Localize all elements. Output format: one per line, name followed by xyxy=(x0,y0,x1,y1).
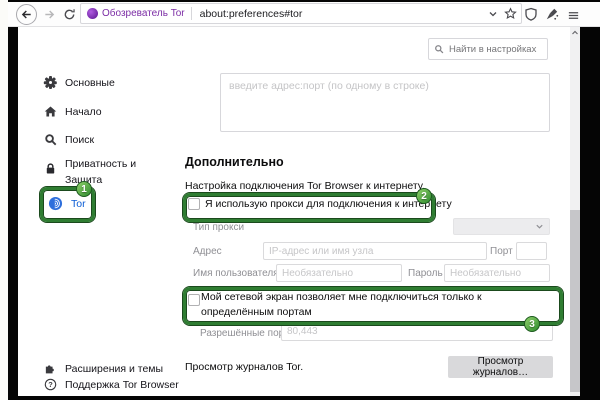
annotation-badge-3: 3 xyxy=(524,316,540,332)
sidebar-item-support[interactable]: ? Поддержка Tor Browser xyxy=(44,378,179,391)
reload-button[interactable] xyxy=(61,6,77,22)
address-port-textarea[interactable] xyxy=(220,73,550,132)
firewall-checkbox[interactable] xyxy=(188,294,200,306)
new-identity-button[interactable] xyxy=(543,5,561,23)
username-label: Имя пользователя xyxy=(193,268,279,279)
magnifier-icon xyxy=(44,133,57,146)
sidebar-item-home[interactable]: Начало xyxy=(44,105,102,118)
annotation-badge-1: 1 xyxy=(76,181,92,197)
sidebar-item-label: Поиск xyxy=(65,134,94,146)
lock-icon xyxy=(44,162,57,175)
address-input[interactable] xyxy=(263,242,487,260)
scrollbar-up-button[interactable] xyxy=(570,28,580,38)
forward-icon xyxy=(43,8,56,21)
search-icon xyxy=(434,44,444,54)
scrollbar-thumb[interactable] xyxy=(570,210,580,392)
broom-icon xyxy=(545,7,559,21)
port-label: Порт xyxy=(490,246,513,257)
shield-icon xyxy=(524,7,538,21)
view-logs-text: Просмотр журналов Tor. xyxy=(185,361,303,373)
proxy-type-select[interactable] xyxy=(453,218,550,235)
password-input[interactable] xyxy=(444,264,550,282)
url-text[interactable]: about:preferences#tor xyxy=(200,8,485,20)
sidebar-item-label: Начало xyxy=(65,106,102,118)
desktop-edge xyxy=(0,0,8,400)
home-icon xyxy=(44,105,57,118)
view-logs-button[interactable]: Просмотр журналов… xyxy=(448,356,553,378)
screenshot-root: Обозреватель Tor about:preferences#tor xyxy=(0,0,600,400)
reload-icon xyxy=(63,8,76,21)
sidebar-item-search[interactable]: Поиск xyxy=(44,133,94,146)
forward-button[interactable] xyxy=(41,6,57,22)
address-bar[interactable]: Обозреватель Tor about:preferences#tor xyxy=(80,3,522,24)
tor-onion-icon xyxy=(48,196,63,211)
section-heading: Дополнительно xyxy=(185,155,284,169)
svg-text:?: ? xyxy=(48,380,53,389)
identity-separator xyxy=(191,7,192,20)
use-proxy-label: Я использую прокси для подключения к инт… xyxy=(205,193,452,216)
back-icon xyxy=(20,8,33,21)
site-identity-label[interactable]: Обозреватель Tor xyxy=(102,8,185,19)
browser-toolbar: Обозреватель Tor about:preferences#tor xyxy=(8,2,600,27)
menu-button[interactable] xyxy=(564,6,582,24)
proxy-type-label: Тип прокси xyxy=(193,222,244,233)
back-button[interactable] xyxy=(16,4,37,25)
help-icon: ? xyxy=(44,378,57,391)
firewall-label: Мой сетевой экран позволяет мне подключи… xyxy=(201,290,553,319)
use-proxy-checkbox[interactable] xyxy=(188,198,200,210)
address-label: Адрес xyxy=(193,246,222,257)
security-level-button[interactable] xyxy=(522,5,540,23)
allowed-ports-input[interactable] xyxy=(281,322,553,341)
sidebar-item-label: Tor xyxy=(71,198,86,210)
gear-icon xyxy=(44,76,57,89)
chevron-down-icon xyxy=(535,222,544,231)
settings-search[interactable] xyxy=(428,38,548,60)
site-identity-icon[interactable] xyxy=(87,8,98,19)
chevron-down-icon xyxy=(488,9,498,19)
sidebar-item-general[interactable]: Основные xyxy=(44,76,115,89)
hamburger-icon xyxy=(567,9,580,22)
star-icon xyxy=(504,7,517,20)
sidebar-item-privacy[interactable]: Приватность и Защита xyxy=(44,156,151,188)
username-input[interactable] xyxy=(276,264,402,282)
sidebar-item-label: Поддержка Tor Browser xyxy=(65,379,179,391)
sidebar-item-label: Расширения и темы xyxy=(65,363,163,375)
scroll-up-icon xyxy=(571,29,579,37)
sidebar-item-tor[interactable]: Tor xyxy=(48,196,86,211)
settings-search-input[interactable] xyxy=(447,43,541,56)
urlbar-dropdown-button[interactable] xyxy=(485,9,501,19)
sidebar-item-extensions[interactable]: Расширения и темы xyxy=(44,362,163,375)
port-input[interactable] xyxy=(516,242,547,260)
section-subtitle: Настройка подключения Tor Browser к инте… xyxy=(185,180,425,192)
bookmark-button[interactable] xyxy=(501,7,519,20)
password-label: Пароль xyxy=(408,268,443,279)
puzzle-icon xyxy=(44,362,57,375)
annotation-badge-2: 2 xyxy=(416,188,432,204)
sidebar-item-label: Основные xyxy=(65,77,115,89)
